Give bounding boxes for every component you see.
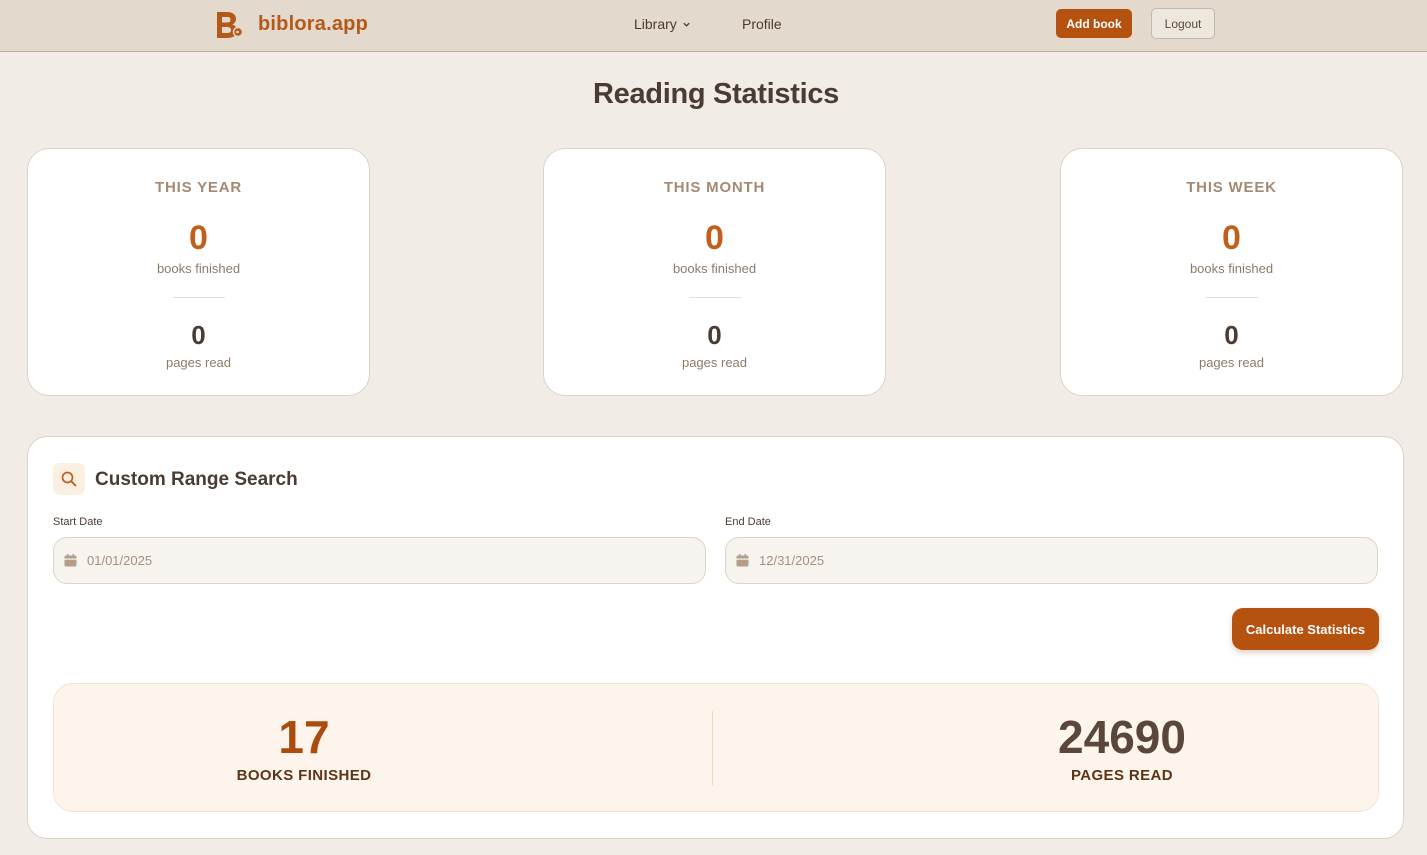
range-results: 17 BOOKS FINISHED 24690 PAGES READ bbox=[53, 683, 1379, 812]
books-finished-value: 17 bbox=[278, 711, 330, 763]
pages-read-count: 0 bbox=[707, 320, 722, 350]
books-finished-count: 0 bbox=[1222, 219, 1241, 257]
pages-read-caption: pages read bbox=[165, 355, 232, 370]
start-date-field[interactable] bbox=[53, 537, 706, 584]
books-finished-caption: books finished bbox=[672, 261, 757, 276]
card-period-label: THIS WEEK bbox=[1186, 179, 1277, 196]
card-divider bbox=[1206, 297, 1258, 298]
pages-read-label: PAGES READ bbox=[1070, 767, 1174, 784]
end-date-field[interactable] bbox=[725, 537, 1378, 584]
books-finished-caption: books finished bbox=[1189, 261, 1274, 276]
card-divider bbox=[173, 297, 225, 298]
search-icon bbox=[61, 471, 77, 487]
chevron-down-icon bbox=[683, 22, 690, 27]
start-date-label: Start Date bbox=[53, 516, 103, 528]
nav-library-label[interactable]: Library bbox=[634, 16, 677, 32]
page-title: Reading Statistics bbox=[593, 78, 839, 110]
end-date-input[interactable] bbox=[759, 553, 1319, 568]
end-date-label: End Date bbox=[725, 516, 771, 528]
card-period-label: THIS MONTH bbox=[663, 179, 766, 196]
nav-profile-link[interactable]: Profile bbox=[742, 16, 782, 32]
books-finished-caption: books finished bbox=[156, 261, 241, 276]
results-divider bbox=[712, 711, 713, 786]
logout-button[interactable]: Logout bbox=[1151, 8, 1215, 39]
books-finished-count: 0 bbox=[189, 219, 208, 257]
stat-card-week: THIS WEEK 0 books finished 0 pages read bbox=[1060, 148, 1403, 396]
brand-logo-icon bbox=[217, 12, 244, 38]
calendar-icon bbox=[64, 554, 77, 567]
search-icon-badge bbox=[53, 463, 85, 495]
stat-card-month: THIS MONTH 0 books finished 0 pages read bbox=[543, 148, 886, 396]
start-date-input[interactable] bbox=[87, 553, 647, 568]
top-navbar: biblora.app Library Profile Add book Log… bbox=[0, 0, 1427, 52]
pages-read-value: 24690 bbox=[1058, 711, 1186, 763]
card-divider bbox=[689, 297, 741, 298]
stat-card-year: THIS YEAR 0 books finished 0 pages read bbox=[27, 148, 370, 396]
books-finished-label: BOOKS FINISHED bbox=[236, 767, 372, 784]
calendar-icon bbox=[736, 554, 749, 567]
nav-library-dropdown[interactable]: Library bbox=[634, 16, 691, 32]
pages-read-count: 0 bbox=[191, 320, 206, 350]
pages-read-caption: pages read bbox=[681, 355, 748, 370]
books-finished-count: 0 bbox=[705, 219, 724, 257]
calculate-statistics-button[interactable]: Calculate Statistics bbox=[1232, 608, 1379, 650]
custom-range-panel: Custom Range Search Start Date End Date … bbox=[27, 436, 1404, 839]
brand-link[interactable]: biblora.app bbox=[214, 9, 368, 39]
pages-read-caption: pages read bbox=[1198, 355, 1265, 370]
card-period-label: THIS YEAR bbox=[155, 179, 242, 196]
custom-range-title: Custom Range Search bbox=[95, 469, 298, 490]
pages-read-count: 0 bbox=[1224, 320, 1239, 350]
brand-name[interactable]: biblora.app bbox=[258, 13, 368, 36]
add-book-button[interactable]: Add book bbox=[1056, 9, 1132, 38]
